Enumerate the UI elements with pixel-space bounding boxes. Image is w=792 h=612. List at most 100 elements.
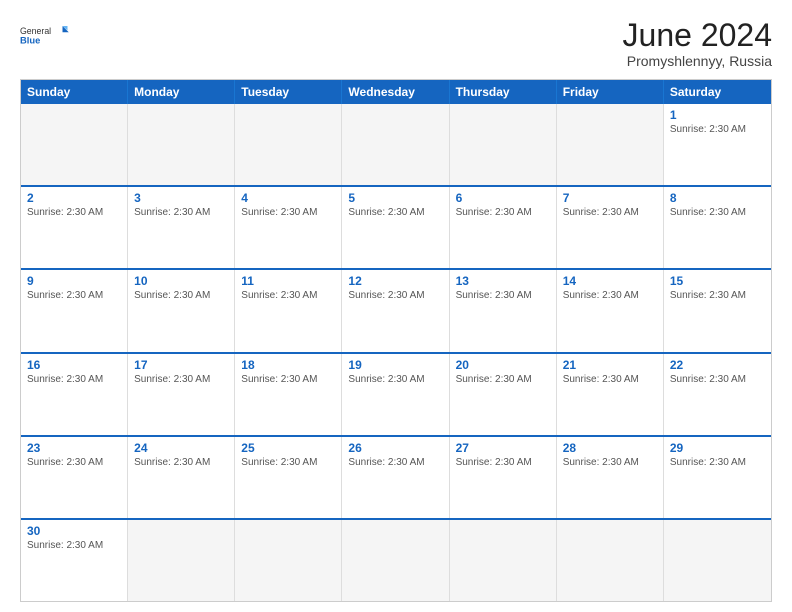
calendar-week: 2 Sunrise: 2:30 AM 3 Sunrise: 2:30 AM 4 Sunri…	[21, 185, 771, 268]
day-info: Sunrise: 2:30 AM	[670, 207, 765, 218]
day-info: Sunrise: 2:30 AM	[241, 374, 335, 385]
day-info: Sunrise: 2:30 AM	[670, 290, 765, 301]
calendar-body: 1 Sunrise: 2:30 AM 2 Sunrise: 2:30 AM 3 Sunri…	[21, 104, 771, 601]
calendar-cell: 15 Sunrise: 2:30 AM	[664, 270, 771, 351]
calendar-cell: 19 Sunrise: 2:30 AM	[342, 354, 449, 435]
day-info: Sunrise: 2:30 AM	[670, 457, 765, 468]
calendar-cell: 16Sunrise: 2:30 AM	[21, 354, 128, 435]
calendar-cell: 23 Sunrise: 2:30 AM	[21, 437, 128, 518]
calendar-cell: 21 Sunrise: 2:30 AM	[557, 354, 664, 435]
calendar-week: 16Sunrise: 2:30 AM 17 Sunrise: 2:30 AM 18 Su…	[21, 352, 771, 435]
day-number: 23	[27, 441, 121, 455]
day-number: 20	[456, 358, 550, 372]
day-info: Sunrise: 2:30 AM	[348, 457, 442, 468]
day-info: Sunrise: 2:30 AM	[241, 290, 335, 301]
calendar-cell	[664, 520, 771, 601]
calendar-cell	[235, 520, 342, 601]
day-number: 18	[241, 358, 335, 372]
calendar-cell: 13 Sunrise: 2:30 AM	[450, 270, 557, 351]
calendar-header-cell: Tuesday	[235, 80, 342, 104]
calendar-subtitle: Promyshlennyy, Russia	[623, 53, 772, 69]
calendar-cell: 22 Sunrise: 2:30 AM	[664, 354, 771, 435]
day-info: Sunrise: 2:30 AM	[670, 374, 765, 385]
day-number: 13	[456, 274, 550, 288]
day-number: 14	[563, 274, 657, 288]
svg-text:Blue: Blue	[20, 36, 40, 46]
day-number: 29	[670, 441, 765, 455]
day-number: 4	[241, 191, 335, 205]
day-info: Sunrise: 2:30 AM	[563, 457, 657, 468]
calendar-cell	[128, 520, 235, 601]
day-info: Sunrise: 2:30 AM	[134, 290, 228, 301]
calendar-cell: 7Sunrise: 2:30 AM	[557, 187, 664, 268]
calendar-header-row: SundayMondayTuesdayWednesdayThursdayFrid…	[21, 80, 771, 104]
day-number: 17	[134, 358, 228, 372]
day-info: Sunrise: 2:30 AM	[27, 540, 121, 551]
calendar-cell: 26 Sunrise: 2:30 AM	[342, 437, 449, 518]
day-info: Sunrise: 2:30 AM	[134, 207, 228, 218]
calendar-cell	[342, 520, 449, 601]
day-number: 19	[348, 358, 442, 372]
calendar-cell: 1 Sunrise: 2:30 AM	[664, 104, 771, 185]
calendar-cell	[450, 104, 557, 185]
day-info: Sunrise: 2:30 AM	[670, 124, 765, 135]
day-info: Sunrise: 2:30 AM	[456, 374, 550, 385]
calendar-cell	[557, 104, 664, 185]
day-info: Sunrise: 2:30 AM	[241, 207, 335, 218]
day-info: Sunrise: 2:30 AM	[27, 290, 121, 301]
calendar-week: 30Sunrise: 2:30 AM	[21, 518, 771, 601]
day-info: Sunrise: 2:30 AM	[27, 457, 121, 468]
day-number: 3	[134, 191, 228, 205]
logo: General Blue	[20, 18, 70, 54]
calendar-week: 9 Sunrise: 2:30 AM 10 Sunrise: 2:30 AM 11 Sun…	[21, 268, 771, 351]
day-info: Sunrise: 2:30 AM	[348, 290, 442, 301]
day-number: 22	[670, 358, 765, 372]
day-number: 2	[27, 191, 121, 205]
day-info: Sunrise: 2:30 AM	[348, 374, 442, 385]
day-number: 11	[241, 274, 335, 288]
calendar-cell: 20 Sunrise: 2:30 AM	[450, 354, 557, 435]
calendar-cell: 25 Sunrise: 2:30 AM	[235, 437, 342, 518]
calendar-header-cell: Wednesday	[342, 80, 449, 104]
calendar-cell: 24 Sunrise: 2:30 AM	[128, 437, 235, 518]
calendar-title: June 2024	[623, 18, 772, 53]
calendar-cell: 2 Sunrise: 2:30 AM	[21, 187, 128, 268]
calendar-cell: 28Sunrise: 2:30 AM	[557, 437, 664, 518]
day-info: Sunrise: 2:30 AM	[27, 374, 121, 385]
day-number: 24	[134, 441, 228, 455]
calendar-header-cell: Saturday	[664, 80, 771, 104]
day-number: 1	[670, 108, 765, 122]
day-info: Sunrise: 2:30 AM	[563, 290, 657, 301]
day-info: Sunrise: 2:30 AM	[134, 374, 228, 385]
calendar-cell	[128, 104, 235, 185]
day-number: 9	[27, 274, 121, 288]
calendar-cell	[557, 520, 664, 601]
calendar-cell: 10 Sunrise: 2:30 AM	[128, 270, 235, 351]
day-info: Sunrise: 2:30 AM	[563, 374, 657, 385]
calendar-cell: 6 Sunrise: 2:30 AM	[450, 187, 557, 268]
title-block: June 2024 Promyshlennyy, Russia	[623, 18, 772, 69]
day-number: 15	[670, 274, 765, 288]
day-number: 25	[241, 441, 335, 455]
calendar-cell: 11 Sunrise: 2:30 AM	[235, 270, 342, 351]
day-number: 6	[456, 191, 550, 205]
day-info: Sunrise: 2:30 AM	[456, 290, 550, 301]
day-info: Sunrise: 2:30 AM	[241, 457, 335, 468]
calendar-header-cell: Thursday	[450, 80, 557, 104]
day-number: 26	[348, 441, 442, 455]
day-number: 21	[563, 358, 657, 372]
day-info: Sunrise: 2:30 AM	[456, 207, 550, 218]
day-number: 10	[134, 274, 228, 288]
day-info: Sunrise: 2:30 AM	[563, 207, 657, 218]
day-number: 12	[348, 274, 442, 288]
calendar-cell: 30Sunrise: 2:30 AM	[21, 520, 128, 601]
day-info: Sunrise: 2:30 AM	[27, 207, 121, 218]
day-info: Sunrise: 2:30 AM	[134, 457, 228, 468]
calendar-header-cell: Friday	[557, 80, 664, 104]
svg-text:General: General	[20, 26, 51, 36]
calendar-header-cell: Sunday	[21, 80, 128, 104]
calendar-cell: 9 Sunrise: 2:30 AM	[21, 270, 128, 351]
calendar-cell: 3 Sunrise: 2:30 AM	[128, 187, 235, 268]
header: General Blue June 2024 Promyshlennyy, Ru…	[20, 18, 772, 69]
calendar-cell: 5Sunrise: 2:30 AM	[342, 187, 449, 268]
